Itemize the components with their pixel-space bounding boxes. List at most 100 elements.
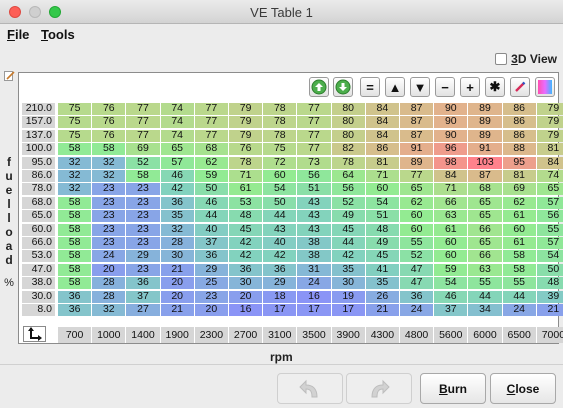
table-cell[interactable]: 74: [160, 103, 194, 115]
table-cell[interactable]: 49: [331, 210, 365, 223]
table-cell[interactable]: 58: [58, 250, 92, 263]
x-axis-value[interactable]: 3900: [331, 327, 365, 343]
table-cell[interactable]: 41: [365, 263, 399, 276]
table-cell[interactable]: 80: [331, 116, 365, 129]
table-cell[interactable]: 90: [434, 103, 468, 115]
table-cell[interactable]: 32: [92, 304, 126, 316]
x-axis-value[interactable]: 1900: [160, 327, 194, 343]
table-cell[interactable]: 90: [434, 116, 468, 129]
table-cell[interactable]: 51: [297, 183, 331, 196]
table-cell[interactable]: 60: [263, 170, 297, 182]
table-cell[interactable]: 46: [434, 290, 468, 303]
3d-view-checkbox[interactable]: [495, 53, 508, 65]
table-cell[interactable]: 58: [58, 263, 92, 276]
table-cell[interactable]: 50: [263, 196, 297, 209]
table-cell[interactable]: 23: [126, 183, 160, 196]
table-cell[interactable]: 87: [400, 116, 434, 129]
table-cell[interactable]: 87: [400, 103, 434, 115]
table-cell[interactable]: 55: [536, 223, 563, 236]
table-cell[interactable]: 17: [331, 304, 365, 316]
table-cell[interactable]: 79: [229, 129, 263, 142]
table-cell[interactable]: 75: [263, 143, 297, 156]
table-cell[interactable]: 95: [502, 156, 536, 169]
table-cell[interactable]: 23: [92, 223, 126, 236]
table-cell[interactable]: 45: [331, 223, 365, 236]
table-cell[interactable]: 23: [126, 196, 160, 209]
table-cell[interactable]: 44: [194, 210, 228, 223]
up-button[interactable]: ▲: [385, 77, 405, 97]
table-cell[interactable]: 18: [263, 290, 297, 303]
table-cell[interactable]: 28: [160, 237, 194, 249]
table-cell[interactable]: 58: [126, 170, 160, 182]
table-cell[interactable]: 81: [536, 143, 563, 156]
table-cell[interactable]: 55: [400, 237, 434, 249]
table-cell[interactable]: 55: [468, 277, 502, 290]
table-cell[interactable]: 58: [58, 277, 92, 290]
y-axis-value[interactable]: 60.0: [22, 223, 55, 236]
x-axis-value[interactable]: 1400: [126, 327, 160, 343]
table-cell[interactable]: 37: [126, 290, 160, 303]
table-cell[interactable]: 42: [263, 250, 297, 263]
table-cell[interactable]: 21: [160, 263, 194, 276]
table-cell[interactable]: 43: [263, 223, 297, 236]
table-cell[interactable]: 43: [297, 210, 331, 223]
table-cell[interactable]: 57: [536, 196, 563, 209]
table-cell[interactable]: 52: [331, 196, 365, 209]
table-cell[interactable]: 89: [468, 116, 502, 129]
table-cell[interactable]: 65: [468, 210, 502, 223]
table-cell[interactable]: 74: [160, 116, 194, 129]
table-cell[interactable]: 58: [58, 223, 92, 236]
table-cell[interactable]: 26: [365, 290, 399, 303]
table-cell[interactable]: 77: [297, 129, 331, 142]
table-cell[interactable]: 30: [331, 277, 365, 290]
table-cell[interactable]: 84: [365, 116, 399, 129]
table-cell[interactable]: 82: [331, 143, 365, 156]
table-cell[interactable]: 46: [194, 196, 228, 209]
table-cell[interactable]: 52: [400, 250, 434, 263]
table-cell[interactable]: 77: [194, 129, 228, 142]
table-cell[interactable]: 74: [160, 129, 194, 142]
table-cell[interactable]: 62: [194, 156, 228, 169]
table-cell[interactable]: 103: [468, 156, 502, 169]
y-axis-value[interactable]: 137.0: [22, 129, 55, 142]
table-cell[interactable]: 69: [126, 143, 160, 156]
table-cell[interactable]: 32: [92, 156, 126, 169]
table-cell[interactable]: 36: [160, 196, 194, 209]
table-cell[interactable]: 21: [160, 304, 194, 316]
table-cell[interactable]: 43: [297, 223, 331, 236]
table-cell[interactable]: 60: [365, 183, 399, 196]
plus-button[interactable]: +: [460, 77, 480, 97]
table-cell[interactable]: 46: [160, 170, 194, 182]
table-cell[interactable]: 23: [92, 237, 126, 249]
table-cell[interactable]: 98: [434, 156, 468, 169]
table-cell[interactable]: 60: [434, 237, 468, 249]
table-cell[interactable]: 78: [331, 156, 365, 169]
table-cell[interactable]: 81: [365, 156, 399, 169]
table-cell[interactable]: 87: [468, 170, 502, 182]
table-cell[interactable]: 76: [92, 129, 126, 142]
table-cell[interactable]: 47: [400, 263, 434, 276]
table-cell[interactable]: 40: [263, 237, 297, 249]
table-cell[interactable]: 78: [263, 129, 297, 142]
table-cell[interactable]: 23: [92, 196, 126, 209]
table-cell[interactable]: 73: [297, 156, 331, 169]
y-axis-value[interactable]: 68.0: [22, 196, 55, 209]
table-cell[interactable]: 29: [263, 277, 297, 290]
table-cell[interactable]: 57: [160, 156, 194, 169]
table-cell[interactable]: 29: [194, 263, 228, 276]
table-cell[interactable]: 59: [434, 263, 468, 276]
table-cell[interactable]: 65: [160, 143, 194, 156]
table-cell[interactable]: 23: [92, 210, 126, 223]
table-cell[interactable]: 72: [263, 156, 297, 169]
table-cell[interactable]: 58: [58, 210, 92, 223]
table-cell[interactable]: 31: [297, 263, 331, 276]
y-axis-value[interactable]: 53.0: [22, 250, 55, 263]
table-cell[interactable]: 91: [468, 143, 502, 156]
table-cell[interactable]: 21: [536, 304, 563, 316]
table-cell[interactable]: 48: [536, 277, 563, 290]
table-cell[interactable]: 90: [434, 129, 468, 142]
table-cell[interactable]: 75: [58, 116, 92, 129]
table-cell[interactable]: 51: [365, 210, 399, 223]
table-cell[interactable]: 19: [331, 290, 365, 303]
table-cell[interactable]: 42: [160, 183, 194, 196]
